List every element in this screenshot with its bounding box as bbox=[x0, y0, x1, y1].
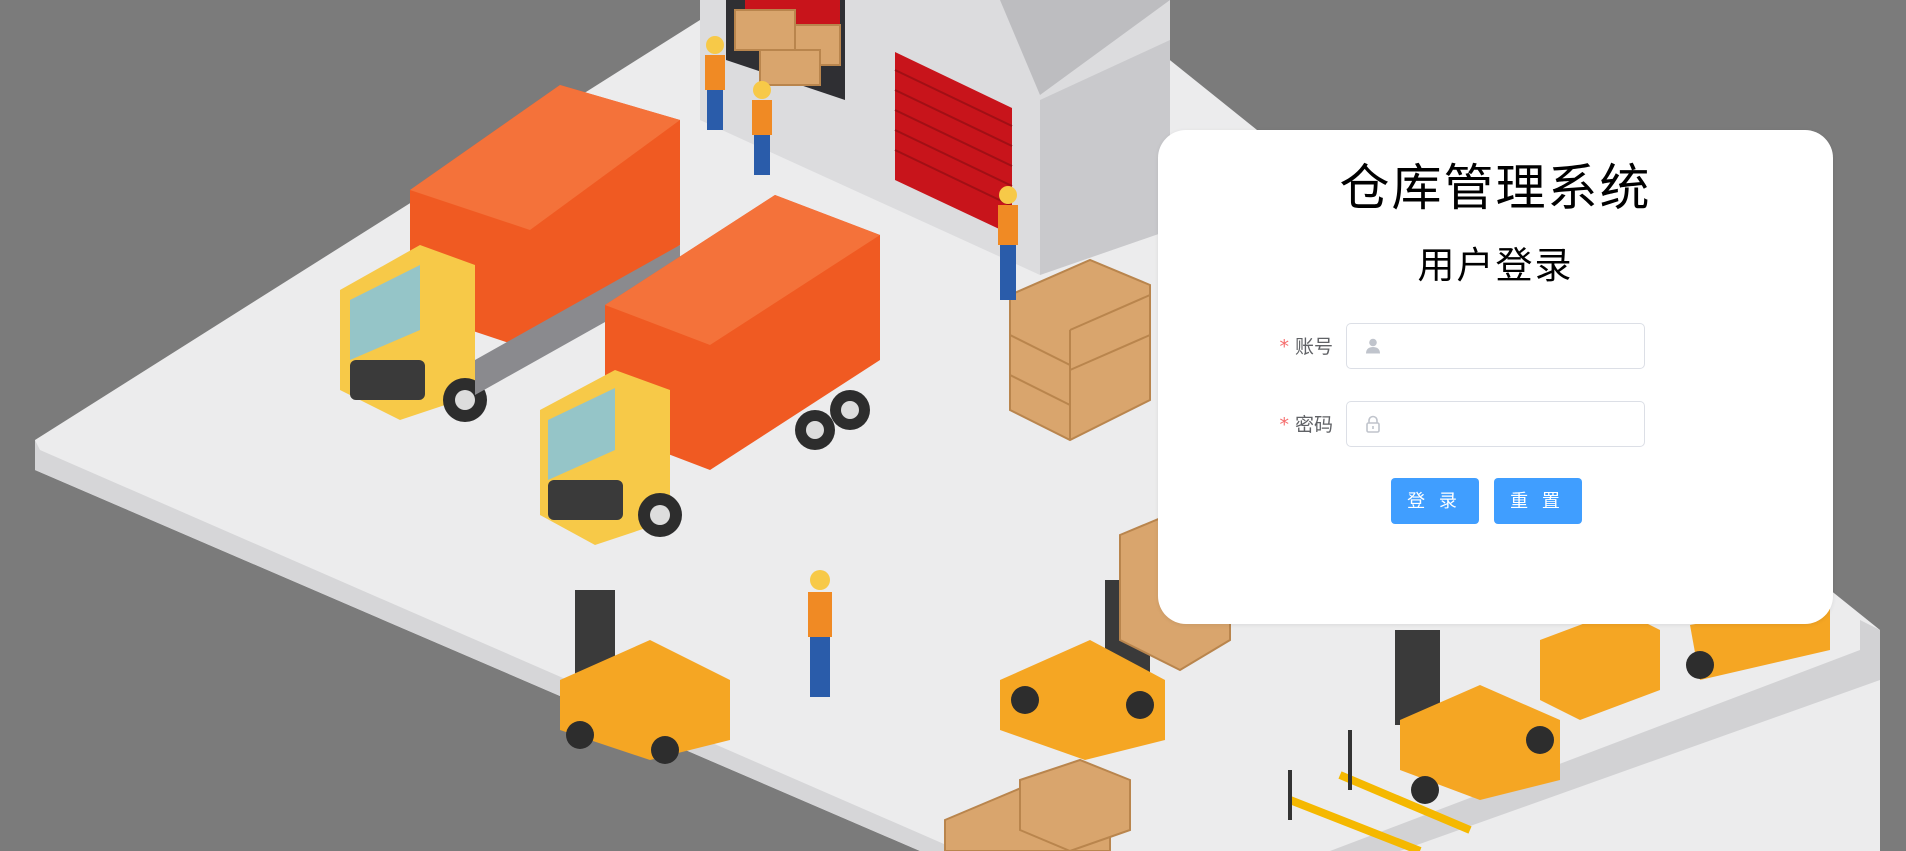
login-button[interactable]: 登 录 bbox=[1391, 478, 1479, 524]
username-label-text: 账号 bbox=[1294, 336, 1333, 358]
login-subtitle: 用户登录 bbox=[1417, 244, 1574, 287]
password-label-text: 密码 bbox=[1294, 414, 1333, 436]
password-label: * 密码 bbox=[1279, 401, 1333, 449]
password-input[interactable] bbox=[1391, 402, 1635, 448]
required-mark: * bbox=[1279, 414, 1289, 436]
lock-icon bbox=[1366, 415, 1380, 433]
login-card: 仓库管理系统 用户登录 * 账号 * 密码 登 录 重 置 bbox=[1158, 130, 1833, 624]
page-title: 仓库管理系统 bbox=[1339, 159, 1652, 217]
username-label: * 账号 bbox=[1279, 323, 1333, 371]
username-row: * 账号 bbox=[1158, 323, 1833, 371]
password-field[interactable] bbox=[1346, 401, 1645, 448]
username-input[interactable] bbox=[1391, 324, 1635, 370]
reset-button[interactable]: 重 置 bbox=[1494, 478, 1582, 524]
username-field[interactable] bbox=[1346, 323, 1645, 370]
user-icon bbox=[1366, 338, 1380, 354]
password-row: * 密码 bbox=[1158, 401, 1833, 449]
required-mark: * bbox=[1279, 336, 1289, 358]
